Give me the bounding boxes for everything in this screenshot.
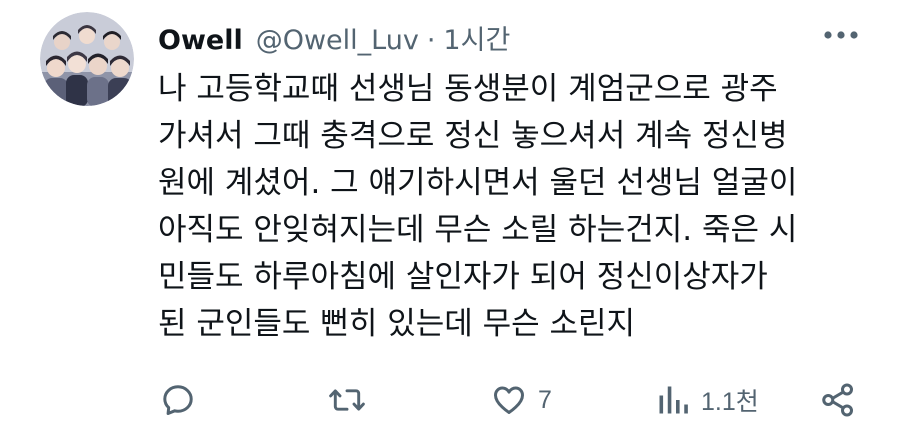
heart-icon <box>494 386 524 414</box>
avatar[interactable] <box>40 12 134 106</box>
tweet-header: Owell @Owell_Luv · 1시간 <box>158 18 510 56</box>
tweet-text-line: 원에 계셨어. 그 얘기하시면서 울던 선생님 얼굴이 <box>158 165 798 201</box>
more-dots-icon <box>824 31 858 39</box>
separator-dot: · <box>426 25 436 56</box>
tweet-text-line: 된 군인들도 뻔히 있는데 무슨 소린지 <box>158 306 636 342</box>
reply-button[interactable] <box>160 375 206 425</box>
share-icon <box>822 383 853 417</box>
like-button[interactable]: 7 <box>490 375 552 425</box>
action-bar: 7 1.1천 <box>0 375 900 425</box>
timestamp[interactable]: 1시간 <box>443 18 510 57</box>
analytics-icon <box>659 386 688 414</box>
tweet-text-line: 아직도 안잊혀지는데 무슨 소릴 하는건지. 죽은 시 <box>158 212 798 248</box>
share-button[interactable] <box>820 375 856 425</box>
tweet-text-line: 민들도 하루아침에 살인자가 되어 정신이상자가 <box>158 259 768 295</box>
tweet-text: 나 고등학교때 선생님 동생분이 계엄군으로 광주 가셔서 그때 충격으로 정신… <box>158 66 878 348</box>
more-options-button[interactable] <box>824 26 858 39</box>
user-handle[interactable]: @Owell_Luv <box>256 25 419 56</box>
avatar-group-photo <box>40 12 134 106</box>
retweet-button[interactable] <box>328 375 376 425</box>
retweet-icon <box>329 389 365 411</box>
reply-icon <box>163 385 193 415</box>
tweet-text-line: 가셔서 그때 충격으로 정신 놓으셔서 계속 정신병 <box>158 118 788 154</box>
views-count: 1.1천 <box>701 388 759 416</box>
views-button[interactable]: 1.1천 <box>655 375 759 425</box>
tweet-text-line: 나 고등학교때 선생님 동생분이 계엄군으로 광주 <box>158 71 778 107</box>
like-count: 7 <box>538 385 552 414</box>
display-name[interactable]: Owell <box>158 25 243 56</box>
